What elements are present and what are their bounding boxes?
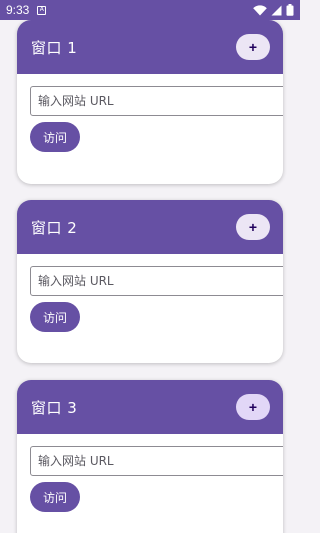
window-card-body: 访问: [17, 74, 283, 152]
url-input[interactable]: [30, 446, 283, 476]
wifi-icon: [253, 4, 267, 15]
battery-icon: [286, 4, 294, 16]
status-bar: 9:33 A: [0, 0, 300, 20]
window-title: 窗口 2: [31, 218, 78, 237]
visit-button[interactable]: 访问: [30, 302, 80, 332]
status-time: 9:33: [6, 3, 30, 17]
visit-button[interactable]: 访问: [30, 482, 80, 512]
window-title: 窗口 3: [31, 398, 78, 417]
visit-button[interactable]: 访问: [30, 122, 80, 152]
window-card-body: 访问: [17, 434, 283, 512]
window-title: 窗口 1: [31, 38, 78, 57]
window-card-3: 窗口 3 + 访问: [17, 380, 283, 533]
signal-icon: [271, 5, 282, 15]
url-input[interactable]: [30, 86, 283, 116]
window-card-2: 窗口 2 + 访问: [17, 200, 283, 363]
window-card-1: 窗口 1 + 访问: [17, 20, 283, 184]
status-icons: [253, 4, 294, 16]
add-button[interactable]: +: [236, 214, 270, 240]
window-card-header: 窗口 3 +: [17, 380, 283, 434]
notification-icon: A: [37, 5, 47, 15]
url-input[interactable]: [30, 266, 283, 296]
window-list[interactable]: 窗口 1 + 访问 窗口 2 + 访问 窗口 3 + 访问: [0, 20, 300, 533]
window-card-body: 访问: [17, 254, 283, 332]
add-button[interactable]: +: [236, 394, 270, 420]
window-card-header: 窗口 2 +: [17, 200, 283, 254]
window-card-header: 窗口 1 +: [17, 20, 283, 74]
add-button[interactable]: +: [236, 34, 270, 60]
